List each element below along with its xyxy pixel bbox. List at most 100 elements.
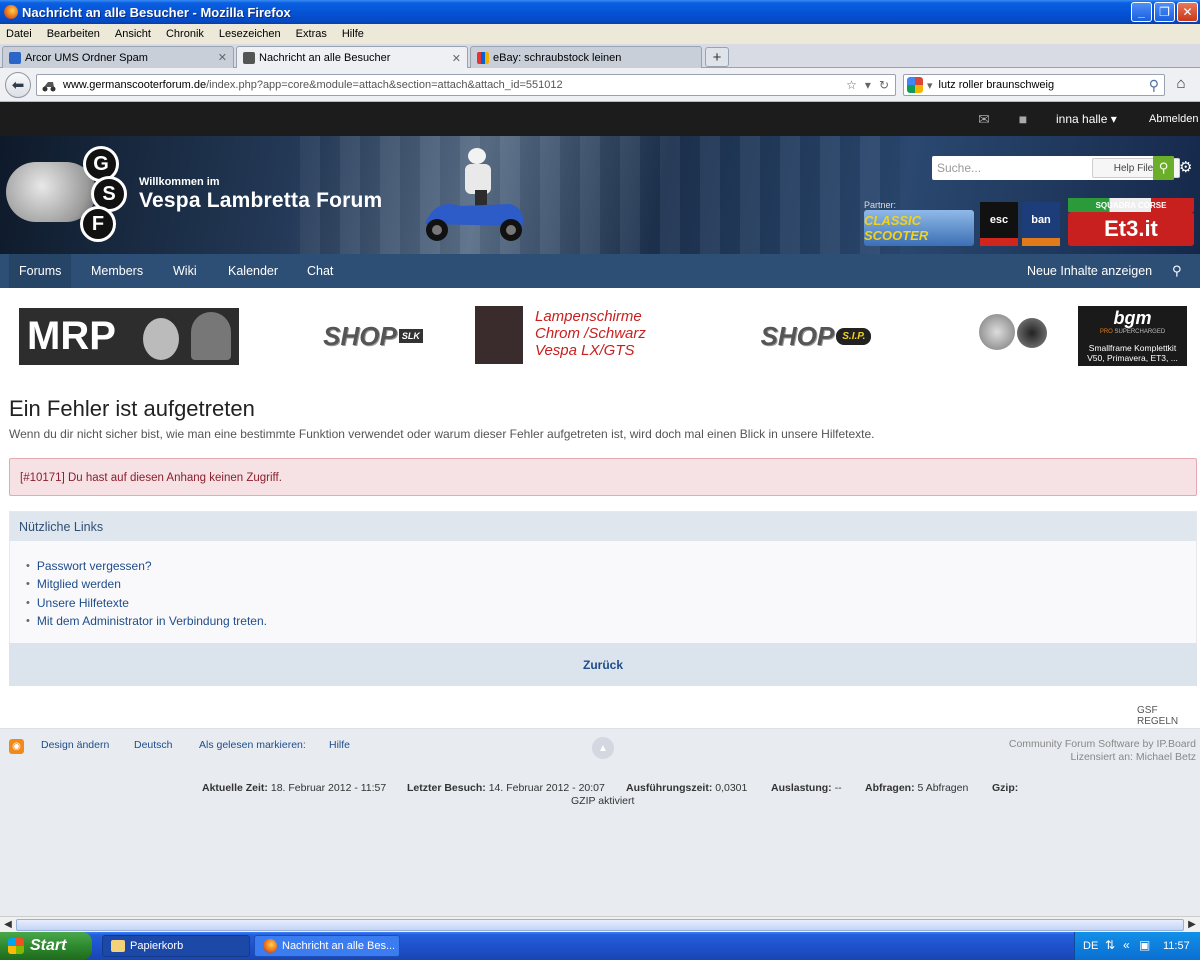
user-menu[interactable]: inna halle ▾ — [1056, 112, 1117, 126]
back-to-top-icon[interactable]: ▲ — [592, 737, 614, 759]
url-domain: www.germanscooterforum.de — [63, 79, 207, 91]
search-engine-dropdown-icon[interactable]: ▾ — [927, 79, 933, 92]
horizontal-scrollbar[interactable]: ◀ ▶ — [0, 916, 1200, 932]
maximize-button[interactable]: ❐ — [1154, 2, 1175, 22]
nav-kalender[interactable]: Kalender — [218, 254, 288, 288]
menu-chronik[interactable]: Chronik — [166, 28, 204, 40]
footer-mark-read-link[interactable]: Als gelesen markieren: — [199, 739, 306, 751]
back-button[interactable]: ⬅ — [5, 72, 31, 98]
menu-ansicht[interactable]: Ansicht — [115, 28, 151, 40]
tab-nachricht[interactable]: Nachricht an alle Besucher ✕ — [236, 46, 468, 69]
ad-bgm[interactable]: bgm PRO SUPERCHARGED Smallframe Komplett… — [977, 306, 1187, 366]
partner-et3[interactable]: Et3.it — [1068, 212, 1194, 246]
close-button[interactable]: ✕ — [1177, 2, 1198, 22]
partner-ban[interactable]: ban — [1022, 202, 1060, 246]
arcor-icon — [9, 51, 21, 64]
home-icon[interactable]: ⌂ — [1170, 75, 1192, 95]
tab-arcor[interactable]: Arcor UMS Ordner Spam ✕ — [2, 46, 234, 68]
windows-taskbar: Start Papierkorb Nachricht an alle Bes..… — [0, 932, 1200, 960]
minimize-button[interactable]: _ — [1131, 2, 1152, 22]
address-bar[interactable]: www.germanscooterforum.de/index.php?app=… — [36, 74, 896, 96]
ad-mrp[interactable]: MRP — [19, 308, 239, 365]
nav-chat[interactable]: Chat — [297, 254, 343, 288]
search-icon[interactable]: ⚲ — [1149, 77, 1159, 94]
start-label: Start — [30, 937, 67, 954]
reload-icon[interactable]: ↻ — [879, 78, 889, 92]
scrollbar-thumb[interactable] — [16, 919, 1184, 931]
stat-current-time: Aktuelle Zeit: 18. Februar 2012 - 11:57 — [202, 782, 387, 794]
logout-link[interactable]: Abmelden — [1149, 113, 1199, 125]
ad-shop-tag: S.I.P. — [836, 327, 872, 345]
useful-links-heading: Nützliche Links — [10, 512, 1196, 541]
partner-label: Partner: — [864, 200, 897, 210]
gear-icon[interactable]: ⚙ — [1179, 158, 1192, 176]
footer: ◉ Design ändern Deutsch Als gelesen mark… — [0, 728, 1200, 916]
menu-lesezeichen[interactable]: Lesezeichen — [219, 28, 281, 40]
search-icon[interactable]: ⚲ — [1153, 156, 1174, 180]
bgm-supercharged: SUPERCHARGED — [1114, 329, 1166, 335]
new-tab-button[interactable]: + — [705, 47, 729, 67]
welcome-text: Willkommen im — [139, 176, 220, 188]
gsf-rules-link[interactable]: GSF REGELN — [1137, 705, 1200, 727]
menu-extras[interactable]: Extras — [296, 28, 327, 40]
taskbar-papierkorb[interactable]: Papierkorb — [102, 935, 250, 957]
ad-shop-text: SHOP — [323, 320, 397, 351]
forum-search-input[interactable]: Suche... — [937, 161, 981, 175]
ad-gsf-shop-sip[interactable]: SHOP S.I.P. — [745, 318, 887, 354]
url-path: /index.php?app=core&module=attach&sectio… — [206, 79, 563, 91]
messages-icon[interactable]: ✉ — [976, 111, 992, 127]
menu-hilfe[interactable]: Hilfe — [342, 28, 364, 40]
partner-squadra-corse[interactable]: SQUADRA CORSE — [1068, 198, 1194, 212]
bgm-line-1: Smallframe Komplettkit — [1088, 343, 1177, 353]
ad-banners: MRP SHOP SLK Lampenschirme Chrom /Schwar… — [0, 288, 1200, 388]
forum-search: Suche... Help Files ⚲ — [932, 156, 1180, 180]
taskbar-item-label: Papierkorb — [130, 940, 184, 952]
ad-shop-text: SHOP — [760, 320, 835, 351]
link-password-forgotten[interactable]: Passwort vergessen? — [26, 557, 1196, 575]
dropdown-icon[interactable]: ▾ — [865, 78, 871, 92]
location-pin-icon[interactable]: ⚲ — [1172, 263, 1182, 279]
ebay-icon — [477, 51, 489, 64]
bookmark-star-icon[interactable]: ☆ — [846, 78, 857, 92]
monitor-icon[interactable]: ▣ — [1139, 938, 1150, 952]
bgm-logo: bgm — [1113, 308, 1152, 328]
language-indicator[interactable]: DE — [1083, 940, 1098, 952]
partner-classic-scooter[interactable]: CLASSIC SCOOTER — [864, 210, 974, 246]
nav-forums[interactable]: Forums — [9, 254, 72, 288]
start-button[interactable]: Start — [0, 932, 92, 960]
link-register[interactable]: Mitglied werden — [26, 575, 1196, 593]
scroll-right-icon[interactable]: ▶ — [1185, 918, 1199, 932]
footer-language-link[interactable]: Deutsch — [134, 739, 173, 751]
menu-bearbeiten[interactable]: Bearbeiten — [47, 28, 100, 40]
forum-title[interactable]: Vespa Lambretta Forum — [139, 189, 382, 213]
rss-icon[interactable]: ◉ — [9, 739, 24, 754]
link-help-texts[interactable]: Unsere Hilfetexte — [26, 594, 1196, 612]
username: inna halle — [1056, 112, 1108, 126]
footer-design-link[interactable]: Design ändern — [41, 739, 109, 751]
new-content-link[interactable]: Neue Inhalte anzeigen — [1027, 254, 1152, 288]
ad-lampenschirme[interactable]: Lampenschirme Chrom /Schwarz Vespa LX/GT… — [475, 306, 693, 364]
nav-wiki[interactable]: Wiki — [163, 254, 207, 288]
back-link[interactable]: Zurück — [9, 643, 1197, 686]
menu-datei[interactable]: Datei — [6, 28, 32, 40]
footer-help-link[interactable]: Hilfe — [329, 739, 350, 751]
ad-lamp-line-1: Lampenschirme — [535, 308, 642, 325]
network-icon[interactable]: ⇅ — [1105, 938, 1115, 952]
taskbar-firefox[interactable]: Nachricht an alle Bes... — [254, 935, 400, 957]
partner-esc[interactable]: esc — [980, 202, 1018, 246]
nav-members[interactable]: Members — [81, 254, 153, 288]
link-contact-admin[interactable]: Mit dem Administrator in Verbindung tret… — [26, 612, 1196, 630]
notifications-icon[interactable]: ■ — [1015, 111, 1031, 127]
close-icon[interactable]: ✕ — [218, 51, 227, 64]
tray-expand-icon[interactable]: « — [1123, 938, 1130, 952]
error-message: [#10171] Du hast auf diesen Anhang keine… — [9, 458, 1197, 496]
search-bar[interactable]: ▾ lutz roller braunschweig ⚲ — [903, 74, 1165, 96]
user-bar: ✉ ■ inna halle ▾ Abmelden — [0, 102, 1200, 136]
tab-ebay[interactable]: eBay: schraubstock leinen — [470, 46, 702, 68]
scroll-left-icon[interactable]: ◀ — [1, 918, 15, 932]
ad-gsf-shop-slk[interactable]: SHOP SLK — [318, 318, 428, 354]
close-icon[interactable]: ✕ — [452, 52, 461, 65]
scooter-icon — [243, 52, 255, 64]
firefox-icon — [4, 5, 18, 19]
copyright-software[interactable]: Community Forum Software by IP.Board — [1009, 738, 1196, 751]
